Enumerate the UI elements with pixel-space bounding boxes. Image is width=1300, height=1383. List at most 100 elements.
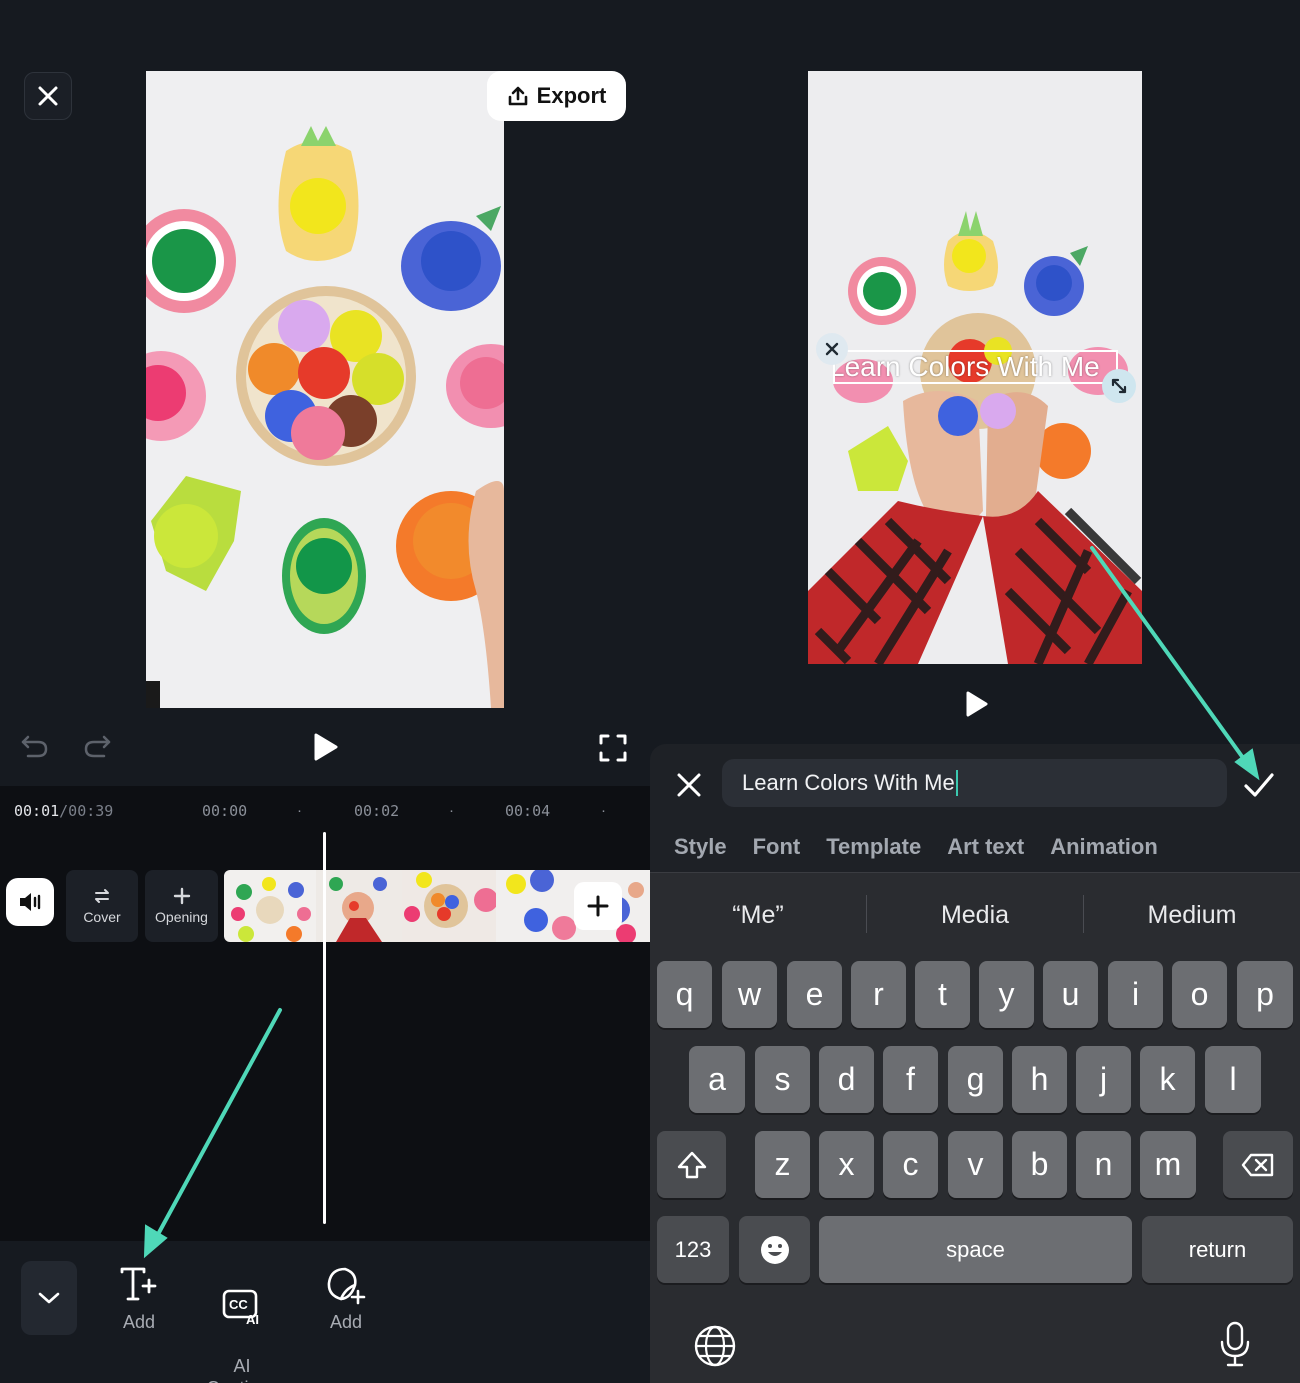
redo-icon[interactable] <box>82 733 112 761</box>
shift-key[interactable] <box>657 1131 726 1198</box>
numbers-key[interactable]: 123 <box>657 1216 729 1283</box>
audio-toggle-button[interactable] <box>6 878 54 926</box>
overlay-text: Learn Colors With Me <box>833 351 1100 382</box>
collapse-button[interactable] <box>21 1261 77 1335</box>
key-q[interactable]: q <box>657 961 712 1028</box>
add-clip-button[interactable] <box>574 882 622 930</box>
tab-template[interactable]: Template <box>826 834 921 860</box>
suggestion-item[interactable]: “Me” <box>650 901 866 930</box>
add-text-label: Add <box>122 1312 156 1332</box>
time-ruler: 00:01/00:39 00:00 · 00:02 · 00:04 · <box>0 798 650 826</box>
video-preview[interactable] <box>146 71 504 708</box>
key-l[interactable]: l <box>1205 1046 1261 1113</box>
resize-icon <box>1111 378 1127 394</box>
plus-icon <box>173 887 190 905</box>
fullscreen-icon[interactable] <box>598 733 628 763</box>
key-o[interactable]: o <box>1172 961 1227 1028</box>
key-y[interactable]: y <box>979 961 1034 1028</box>
tab-art-text[interactable]: Art text <box>947 834 1024 860</box>
clip-thumbnail[interactable] <box>316 870 402 942</box>
globe-icon[interactable] <box>693 1324 737 1368</box>
key-u[interactable]: u <box>1043 961 1098 1028</box>
key-f[interactable]: f <box>883 1046 938 1113</box>
confirm-check-icon[interactable] <box>1242 770 1276 800</box>
key-j[interactable]: j <box>1076 1046 1131 1113</box>
tab-style[interactable]: Style <box>674 834 727 860</box>
key-a[interactable]: a <box>689 1046 745 1113</box>
chevron-down-icon <box>38 1292 60 1304</box>
key-x[interactable]: x <box>819 1131 874 1198</box>
key-s[interactable]: s <box>755 1046 810 1113</box>
ai-captions-tool[interactable]: CC AI AI Captions <box>192 1263 292 1383</box>
add-text-tool[interactable]: Add <box>89 1263 189 1333</box>
shift-icon <box>677 1151 706 1178</box>
emoji-key[interactable] <box>739 1216 810 1283</box>
ruler-dot: · <box>297 802 302 819</box>
timecode-total: /00:39 <box>59 802 114 820</box>
key-k[interactable]: k <box>1140 1046 1195 1113</box>
suggestion-item[interactable]: Medium <box>1084 901 1300 930</box>
backspace-icon <box>1241 1153 1274 1176</box>
undo-icon[interactable] <box>20 733 50 761</box>
ruler-dot: · <box>601 802 606 819</box>
return-key[interactable]: return <box>1142 1216 1293 1283</box>
key-n[interactable]: n <box>1076 1131 1131 1198</box>
key-m[interactable]: m <box>1140 1131 1196 1198</box>
playback-controls <box>0 725 650 771</box>
svg-text:CC: CC <box>229 1297 248 1312</box>
key-h[interactable]: h <box>1012 1046 1067 1113</box>
export-button[interactable]: Export <box>487 71 626 121</box>
play-icon[interactable] <box>963 690 989 718</box>
add-text-icon <box>120 1267 157 1301</box>
key-d[interactable]: d <box>819 1046 874 1113</box>
text-editor-sheet: Learn Colors With Me Style Font Template… <box>650 744 1300 1383</box>
play-icon[interactable] <box>310 731 340 763</box>
cover-label: Cover <box>83 909 121 925</box>
emoji-icon <box>760 1235 789 1264</box>
left-panel-video-editor: Export 00:01/00:39 00:00 · 00:02 · 00:04… <box>0 0 650 1383</box>
text-overlay-box[interactable]: Learn Colors With Me <box>833 350 1118 384</box>
add-sticker-icon <box>327 1267 366 1305</box>
ruler-tick: 00:00 <box>202 802 248 820</box>
playhead[interactable] <box>323 832 326 1224</box>
resize-text-handle[interactable] <box>1102 369 1136 403</box>
right-panel-text-editor: Learn Colors With Me Learn Colors With M… <box>650 0 1300 1383</box>
key-r[interactable]: r <box>851 961 906 1028</box>
tab-animation[interactable]: Animation <box>1050 834 1158 860</box>
space-key[interactable]: space <box>819 1216 1132 1283</box>
opening-button[interactable]: Opening <box>145 870 218 942</box>
clip-thumbnail[interactable] <box>224 870 316 942</box>
ruler-tick: 00:04 <box>505 802 551 820</box>
swap-icon <box>95 889 109 903</box>
app-root: Export 00:01/00:39 00:00 · 00:02 · 00:04… <box>0 0 1300 1383</box>
delete-text-button[interactable] <box>816 333 848 365</box>
key-w[interactable]: w <box>722 961 777 1028</box>
clip-thumbnail[interactable] <box>496 870 650 942</box>
close-icon <box>38 86 58 106</box>
close-icon[interactable] <box>674 770 704 800</box>
key-p[interactable]: p <box>1237 961 1293 1028</box>
key-b[interactable]: b <box>1012 1131 1067 1198</box>
clip-thumbnail[interactable] <box>402 870 496 942</box>
key-g[interactable]: g <box>948 1046 1003 1113</box>
add-sticker-tool[interactable]: Add <box>296 1263 396 1333</box>
text-input-field[interactable]: Learn Colors With Me <box>722 759 1227 807</box>
close-editor-button[interactable] <box>24 72 72 120</box>
key-e[interactable]: e <box>787 961 842 1028</box>
key-t[interactable]: t <box>915 961 970 1028</box>
key-z[interactable]: z <box>755 1131 810 1198</box>
upload-icon <box>508 86 527 106</box>
plus-icon <box>587 895 609 917</box>
clip-thumbnail-image <box>404 872 496 928</box>
ruler-tick: 00:02 <box>354 802 400 820</box>
cover-button[interactable]: Cover <box>66 870 138 942</box>
bottom-toolbar: Add CC AI AI Captions <box>0 1241 650 1383</box>
backspace-key[interactable] <box>1223 1131 1293 1198</box>
tab-font[interactable]: Font <box>753 834 801 860</box>
key-v[interactable]: v <box>948 1131 1003 1198</box>
video-frame-image <box>146 71 504 708</box>
key-i[interactable]: i <box>1108 961 1163 1028</box>
microphone-icon[interactable] <box>1218 1320 1252 1368</box>
key-c[interactable]: c <box>883 1131 938 1198</box>
suggestion-item[interactable]: Media <box>867 901 1083 930</box>
